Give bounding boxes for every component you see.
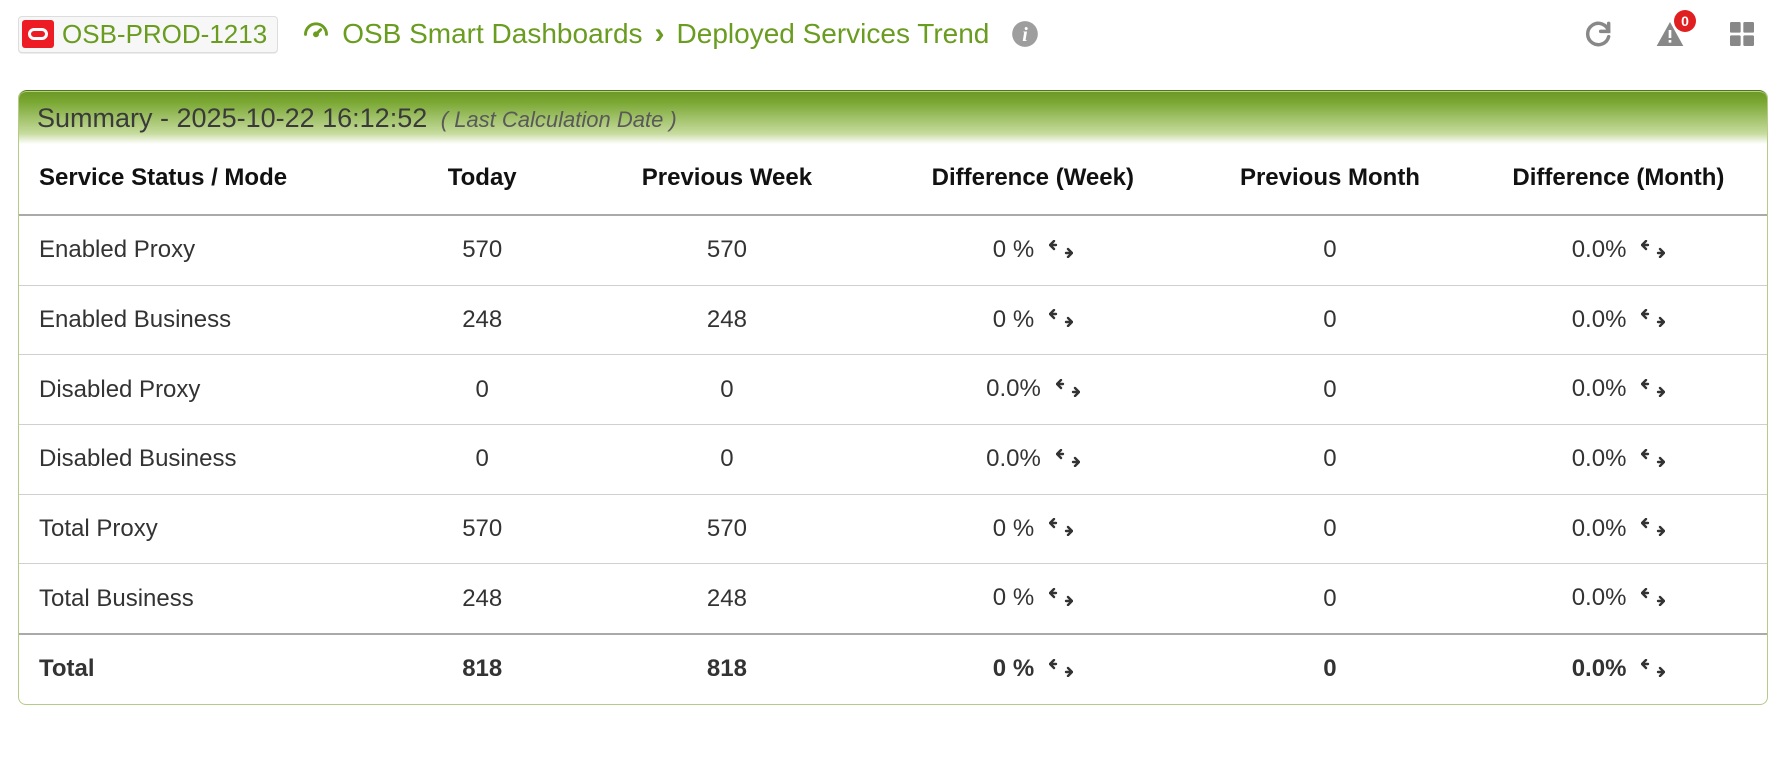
cell-label: Total Business [19,564,386,634]
cell-today: 570 [386,494,578,564]
cell-prev-week: 570 [578,494,875,564]
cell-prev-month: 0 [1190,215,1470,285]
cell-diff-month: 0.0% [1470,355,1767,425]
cell-diff-month: 0.0% [1470,634,1767,704]
cell-prev-month: 0 [1190,285,1470,355]
cell-prev-month: 0 [1190,564,1470,634]
table-header-row: Service Status / Mode Today Previous Wee… [19,144,1767,215]
cell-prev-month: 0 [1190,634,1470,704]
summary-panel: Summary - 2025-10-22 16:12:52 ( Last Cal… [18,90,1768,705]
cell-today: 0 [386,424,578,494]
swap-icon [1641,446,1665,474]
cell-today: 248 [386,285,578,355]
cell-diff-week: 0 % [876,285,1191,355]
environment-name: OSB-PROD-1213 [62,19,267,50]
swap-icon [1049,585,1073,613]
refresh-button[interactable] [1582,18,1614,50]
cell-diff-month: 0.0% [1470,424,1767,494]
col-diff-week[interactable]: Difference (Week) [876,144,1191,215]
cell-diff-week: 0 % [876,494,1191,564]
info-icon[interactable]: i [1011,20,1039,48]
apps-button[interactable] [1726,18,1758,50]
swap-icon [1641,585,1665,613]
summary-table: Service Status / Mode Today Previous Wee… [19,144,1767,704]
table-row: Disabled Proxy 0 0 0.0% 0 0.0% [19,355,1767,425]
cell-today: 248 [386,564,578,634]
oracle-logo-icon [22,20,54,48]
table-row: Enabled Business 248 248 0 % 0 0.0% [19,285,1767,355]
cell-diff-month: 0.0% [1470,285,1767,355]
table-row: Total Proxy 570 570 0 % 0 0.0% [19,494,1767,564]
top-right-tools: 0 [1582,18,1768,50]
cell-prev-week: 570 [578,215,875,285]
cell-today: 818 [386,634,578,704]
swap-icon [1641,376,1665,404]
breadcrumb: OSB Smart Dashboards › Deployed Services… [302,17,1039,51]
chevron-right-icon: › [655,17,665,51]
cell-label: Total [19,634,386,704]
breadcrumb-page[interactable]: Deployed Services Trend [677,18,990,50]
cell-prev-week: 248 [578,564,875,634]
swap-icon [1056,446,1080,474]
cell-prev-month: 0 [1190,494,1470,564]
cell-label: Total Proxy [19,494,386,564]
swap-icon [1049,306,1073,334]
cell-label: Enabled Business [19,285,386,355]
swap-icon [1049,515,1073,543]
cell-today: 570 [386,215,578,285]
table-row: Total Business 248 248 0 % 0 0.0% [19,564,1767,634]
swap-icon [1049,656,1073,684]
environment-badge[interactable]: OSB-PROD-1213 [18,16,278,53]
cell-prev-week: 248 [578,285,875,355]
cell-prev-week: 818 [578,634,875,704]
col-prev-month[interactable]: Previous Month [1190,144,1470,215]
panel-title: Summary - 2025-10-22 16:12:52 [37,103,435,133]
cell-diff-month: 0.0% [1470,494,1767,564]
cell-label: Disabled Proxy [19,355,386,425]
cell-diff-week: 0 % [876,215,1191,285]
cell-prev-week: 0 [578,355,875,425]
panel-timestamp: 2025-10-22 16:12:52 [177,103,428,133]
top-bar: OSB-PROD-1213 OSB Smart Dashboards › Dep… [0,0,1786,60]
cell-diff-month: 0.0% [1470,564,1767,634]
swap-icon [1641,515,1665,543]
swap-icon [1641,237,1665,265]
cell-prev-month: 0 [1190,355,1470,425]
cell-label: Disabled Business [19,424,386,494]
cell-diff-week: 0 % [876,634,1191,704]
panel-title-prefix: Summary - [37,103,177,133]
panel-subtitle: ( Last Calculation Date ) [441,107,677,132]
alert-count-badge: 0 [1674,10,1696,32]
cell-diff-week: 0.0% [876,355,1191,425]
cell-today: 0 [386,355,578,425]
svg-text:i: i [1023,24,1029,46]
swap-icon [1056,376,1080,404]
breadcrumb-dashboards[interactable]: OSB Smart Dashboards [342,18,642,50]
swap-icon [1641,306,1665,334]
swap-icon [1049,237,1073,265]
table-row: Enabled Proxy 570 570 0 % 0 0.0% [19,215,1767,285]
cell-diff-week: 0 % [876,564,1191,634]
col-diff-month[interactable]: Difference (Month) [1470,144,1767,215]
col-today[interactable]: Today [386,144,578,215]
col-prev-week[interactable]: Previous Week [578,144,875,215]
cell-prev-week: 0 [578,424,875,494]
alerts-button[interactable]: 0 [1654,18,1686,50]
cell-diff-week: 0.0% [876,424,1191,494]
dashboard-icon [302,18,330,51]
col-service-status[interactable]: Service Status / Mode [19,144,386,215]
swap-icon [1641,656,1665,684]
table-row: Disabled Business 0 0 0.0% 0 0.0% [19,424,1767,494]
table-total-row: Total 818 818 0 % 0 0.0% [19,634,1767,704]
cell-diff-month: 0.0% [1470,215,1767,285]
panel-header: Summary - 2025-10-22 16:12:52 ( Last Cal… [19,90,1767,144]
cell-prev-month: 0 [1190,424,1470,494]
cell-label: Enabled Proxy [19,215,386,285]
